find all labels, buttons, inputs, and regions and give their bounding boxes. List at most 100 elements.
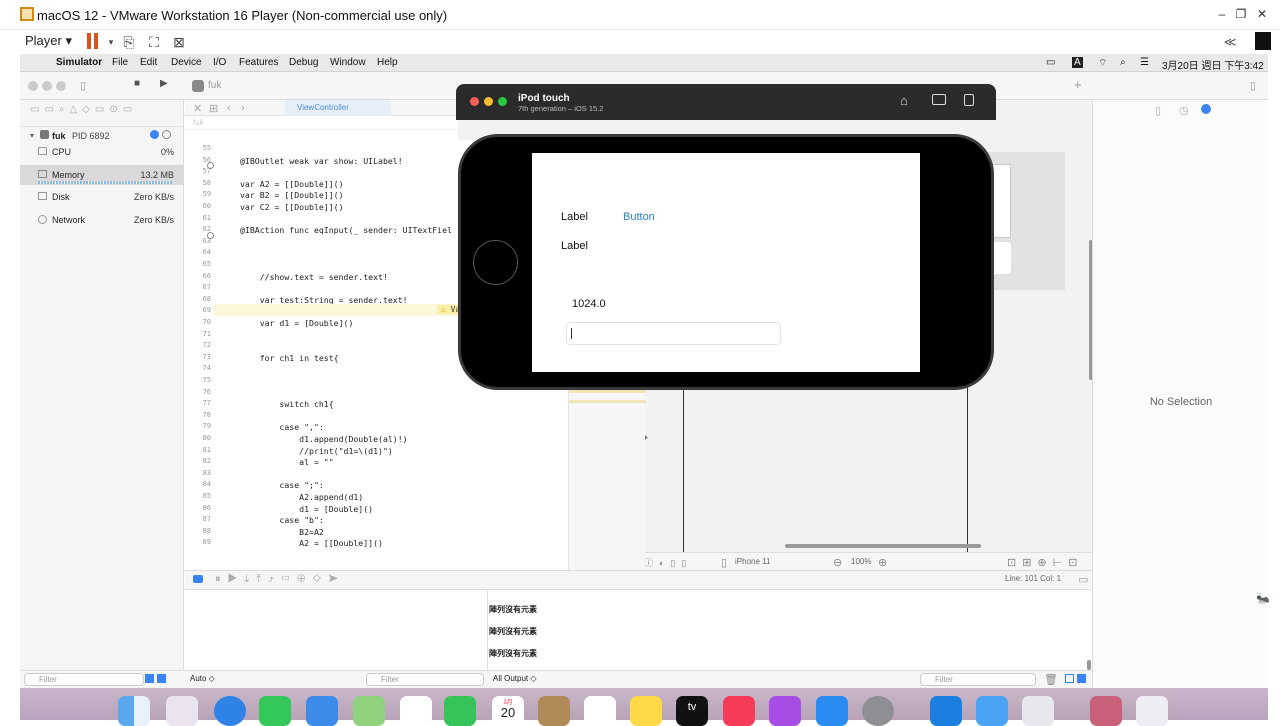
facetime-icon[interactable] <box>444 696 476 726</box>
home-icon[interactable]: ⌂ <box>900 93 908 108</box>
forward-icon[interactable]: › <box>241 102 245 114</box>
home-button[interactable] <box>473 240 518 285</box>
file-inspector-icon[interactable]: ▯ <box>1155 104 1161 117</box>
finder-icon[interactable] <box>118 696 150 726</box>
simulator-screen[interactable]: Label Button Label 1024.0 <box>532 153 920 372</box>
mail-icon[interactable] <box>306 696 338 726</box>
all-output-select[interactable]: All Output ◇ <box>493 674 537 683</box>
app-button[interactable]: Button <box>623 211 655 223</box>
menubar-clock[interactable]: 3月20日 週日 下午3:42 <box>1162 57 1264 72</box>
app-store-icon[interactable] <box>816 696 848 726</box>
action-connection-icon[interactable] <box>207 232 214 239</box>
rotate-icon[interactable] <box>964 94 974 106</box>
menu-file[interactable]: File <box>112 57 128 68</box>
system-preferences-icon[interactable] <box>862 696 894 726</box>
layout-tools-icons[interactable]: ⊡⊞⊕⊢⊡ <box>1007 556 1083 569</box>
contacts-icon[interactable] <box>538 696 570 726</box>
zoom-out-icon[interactable]: ⊖ <box>833 556 842 569</box>
search-icon[interactable]: ⌕ <box>1120 57 1126 68</box>
split-left-icon[interactable] <box>1065 674 1074 683</box>
safari-icon[interactable] <box>214 696 246 726</box>
fullscreen-icon[interactable]: ⛶ <box>144 32 164 52</box>
gauge-disk[interactable]: Disk Zero KB/s <box>20 187 184 207</box>
menu-debug[interactable]: Debug <box>289 57 318 68</box>
close-button[interactable]: ✕ <box>1252 4 1272 24</box>
jump-bar-path[interactable]: fuk <box>193 118 204 127</box>
minimize-button[interactable]: – <box>1212 4 1232 24</box>
trash-icon[interactable]: 🗑 <box>1044 673 1058 686</box>
xcode-icon[interactable] <box>930 696 962 726</box>
run-icon[interactable]: ▶ <box>160 78 168 89</box>
maps-icon[interactable] <box>353 696 385 726</box>
control-center-icon[interactable]: ☰ <box>1140 57 1149 68</box>
pause-icon[interactable] <box>87 33 91 49</box>
console-filter-field[interactable]: Filter <box>920 673 1036 686</box>
menu-app-name[interactable]: Simulator <box>56 57 102 68</box>
textedit-icon[interactable] <box>1022 696 1054 726</box>
auto-variables-select[interactable]: Auto ◇ <box>190 674 215 683</box>
sim-min-dot[interactable] <box>484 97 493 106</box>
notes-icon[interactable] <box>630 696 662 726</box>
simulator-app-icon[interactable] <box>976 696 1008 726</box>
screenshot-icon[interactable] <box>932 94 946 105</box>
music-icon[interactable] <box>723 696 755 726</box>
disclosure-icon[interactable]: ▾ <box>30 131 34 140</box>
pause-dropdown-icon[interactable]: ▾ <box>101 32 121 52</box>
stop-icon[interactable]: ■ <box>134 78 140 89</box>
podcasts-icon[interactable] <box>769 696 801 726</box>
options-icon[interactable] <box>162 130 171 139</box>
gauge-network[interactable]: Network Zero KB/s <box>20 210 184 230</box>
zoom-in-icon[interactable]: ⊕ <box>878 556 887 569</box>
messages-icon[interactable] <box>259 696 291 726</box>
console-toggle-icon[interactable] <box>193 575 203 583</box>
input-method-icon[interactable]: A <box>1072 57 1083 68</box>
navigator-tabs-icons[interactable]: ▭▭⌕△◇▭⊙▭ <box>30 104 137 115</box>
split-icon[interactable]: ▭ <box>1078 573 1088 586</box>
tab-viewcontroller[interactable]: ViewController <box>285 100 391 116</box>
sim-close-dot[interactable] <box>470 97 479 106</box>
navigator-filter-field[interactable]: Filter <box>24 673 144 686</box>
related-items-icon[interactable]: ⊞ <box>209 102 218 115</box>
player-menu[interactable]: Player ▾ <box>25 33 72 49</box>
close-tab-icon[interactable]: ✕ <box>193 102 202 115</box>
menu-window[interactable]: Window <box>330 57 366 68</box>
pause-icon-bar[interactable] <box>94 33 98 49</box>
menu-device[interactable]: Device <box>171 57 202 68</box>
add-icon[interactable]: + <box>1074 77 1082 92</box>
split-right-icon[interactable] <box>1077 674 1086 683</box>
menu-edit[interactable]: Edit <box>140 57 157 68</box>
wifi-icon[interactable]: ⌔ <box>1098 57 1107 70</box>
sim-zoom-dot[interactable] <box>498 97 507 106</box>
calendar-icon[interactable]: 3月 20 <box>492 696 524 726</box>
apple-tv-icon[interactable]: tv <box>676 696 708 726</box>
inspector-toggle-icon[interactable]: ▯ <box>1250 79 1256 92</box>
xcode-zoom-dot[interactable] <box>56 81 66 91</box>
back-icon[interactable]: ‹ <box>227 102 231 114</box>
menu-help[interactable]: Help <box>377 57 398 68</box>
outlet-connection-icon[interactable] <box>207 162 214 169</box>
gauge-cpu[interactable]: CPU 0% <box>20 142 184 162</box>
minimap[interactable] <box>568 380 646 570</box>
history-inspector-icon[interactable]: ◷ <box>1179 104 1189 117</box>
debug-controls-icons[interactable]: ⏸▶⤓⤒⤴▭⊕◇➤ <box>215 573 345 586</box>
horizontal-scrollbar[interactable] <box>785 544 981 548</box>
image-file-icon[interactable] <box>1090 696 1122 726</box>
menu-features[interactable]: Features <box>239 57 278 68</box>
launchpad-icon[interactable] <box>166 696 198 726</box>
scheme-name[interactable]: fuk <box>208 80 221 91</box>
filter-option-icon-2[interactable] <box>157 674 166 683</box>
debug-info-icon[interactable] <box>150 130 159 139</box>
trash-bin-icon[interactable] <box>1136 696 1168 726</box>
menu-io[interactable]: I/O <box>213 57 226 68</box>
reminders-icon[interactable] <box>584 696 616 726</box>
screen-mirroring-icon[interactable]: ▭ <box>1046 57 1055 68</box>
quick-help-icon[interactable] <box>1201 104 1211 114</box>
filter-option-icon[interactable] <box>145 674 154 683</box>
variables-filter-field[interactable]: Filter <box>366 673 484 686</box>
photos-icon[interactable] <box>400 696 432 726</box>
send-ctrl-alt-del-icon[interactable]: ⎘ <box>119 32 139 52</box>
xcode-close-dot[interactable] <box>28 81 38 91</box>
gauge-memory[interactable]: Memory 13.2 MB <box>20 165 184 185</box>
collapse-icon[interactable]: ≪ <box>1220 32 1240 52</box>
sidebar-toggle-icon[interactable]: ▯ <box>80 79 86 92</box>
